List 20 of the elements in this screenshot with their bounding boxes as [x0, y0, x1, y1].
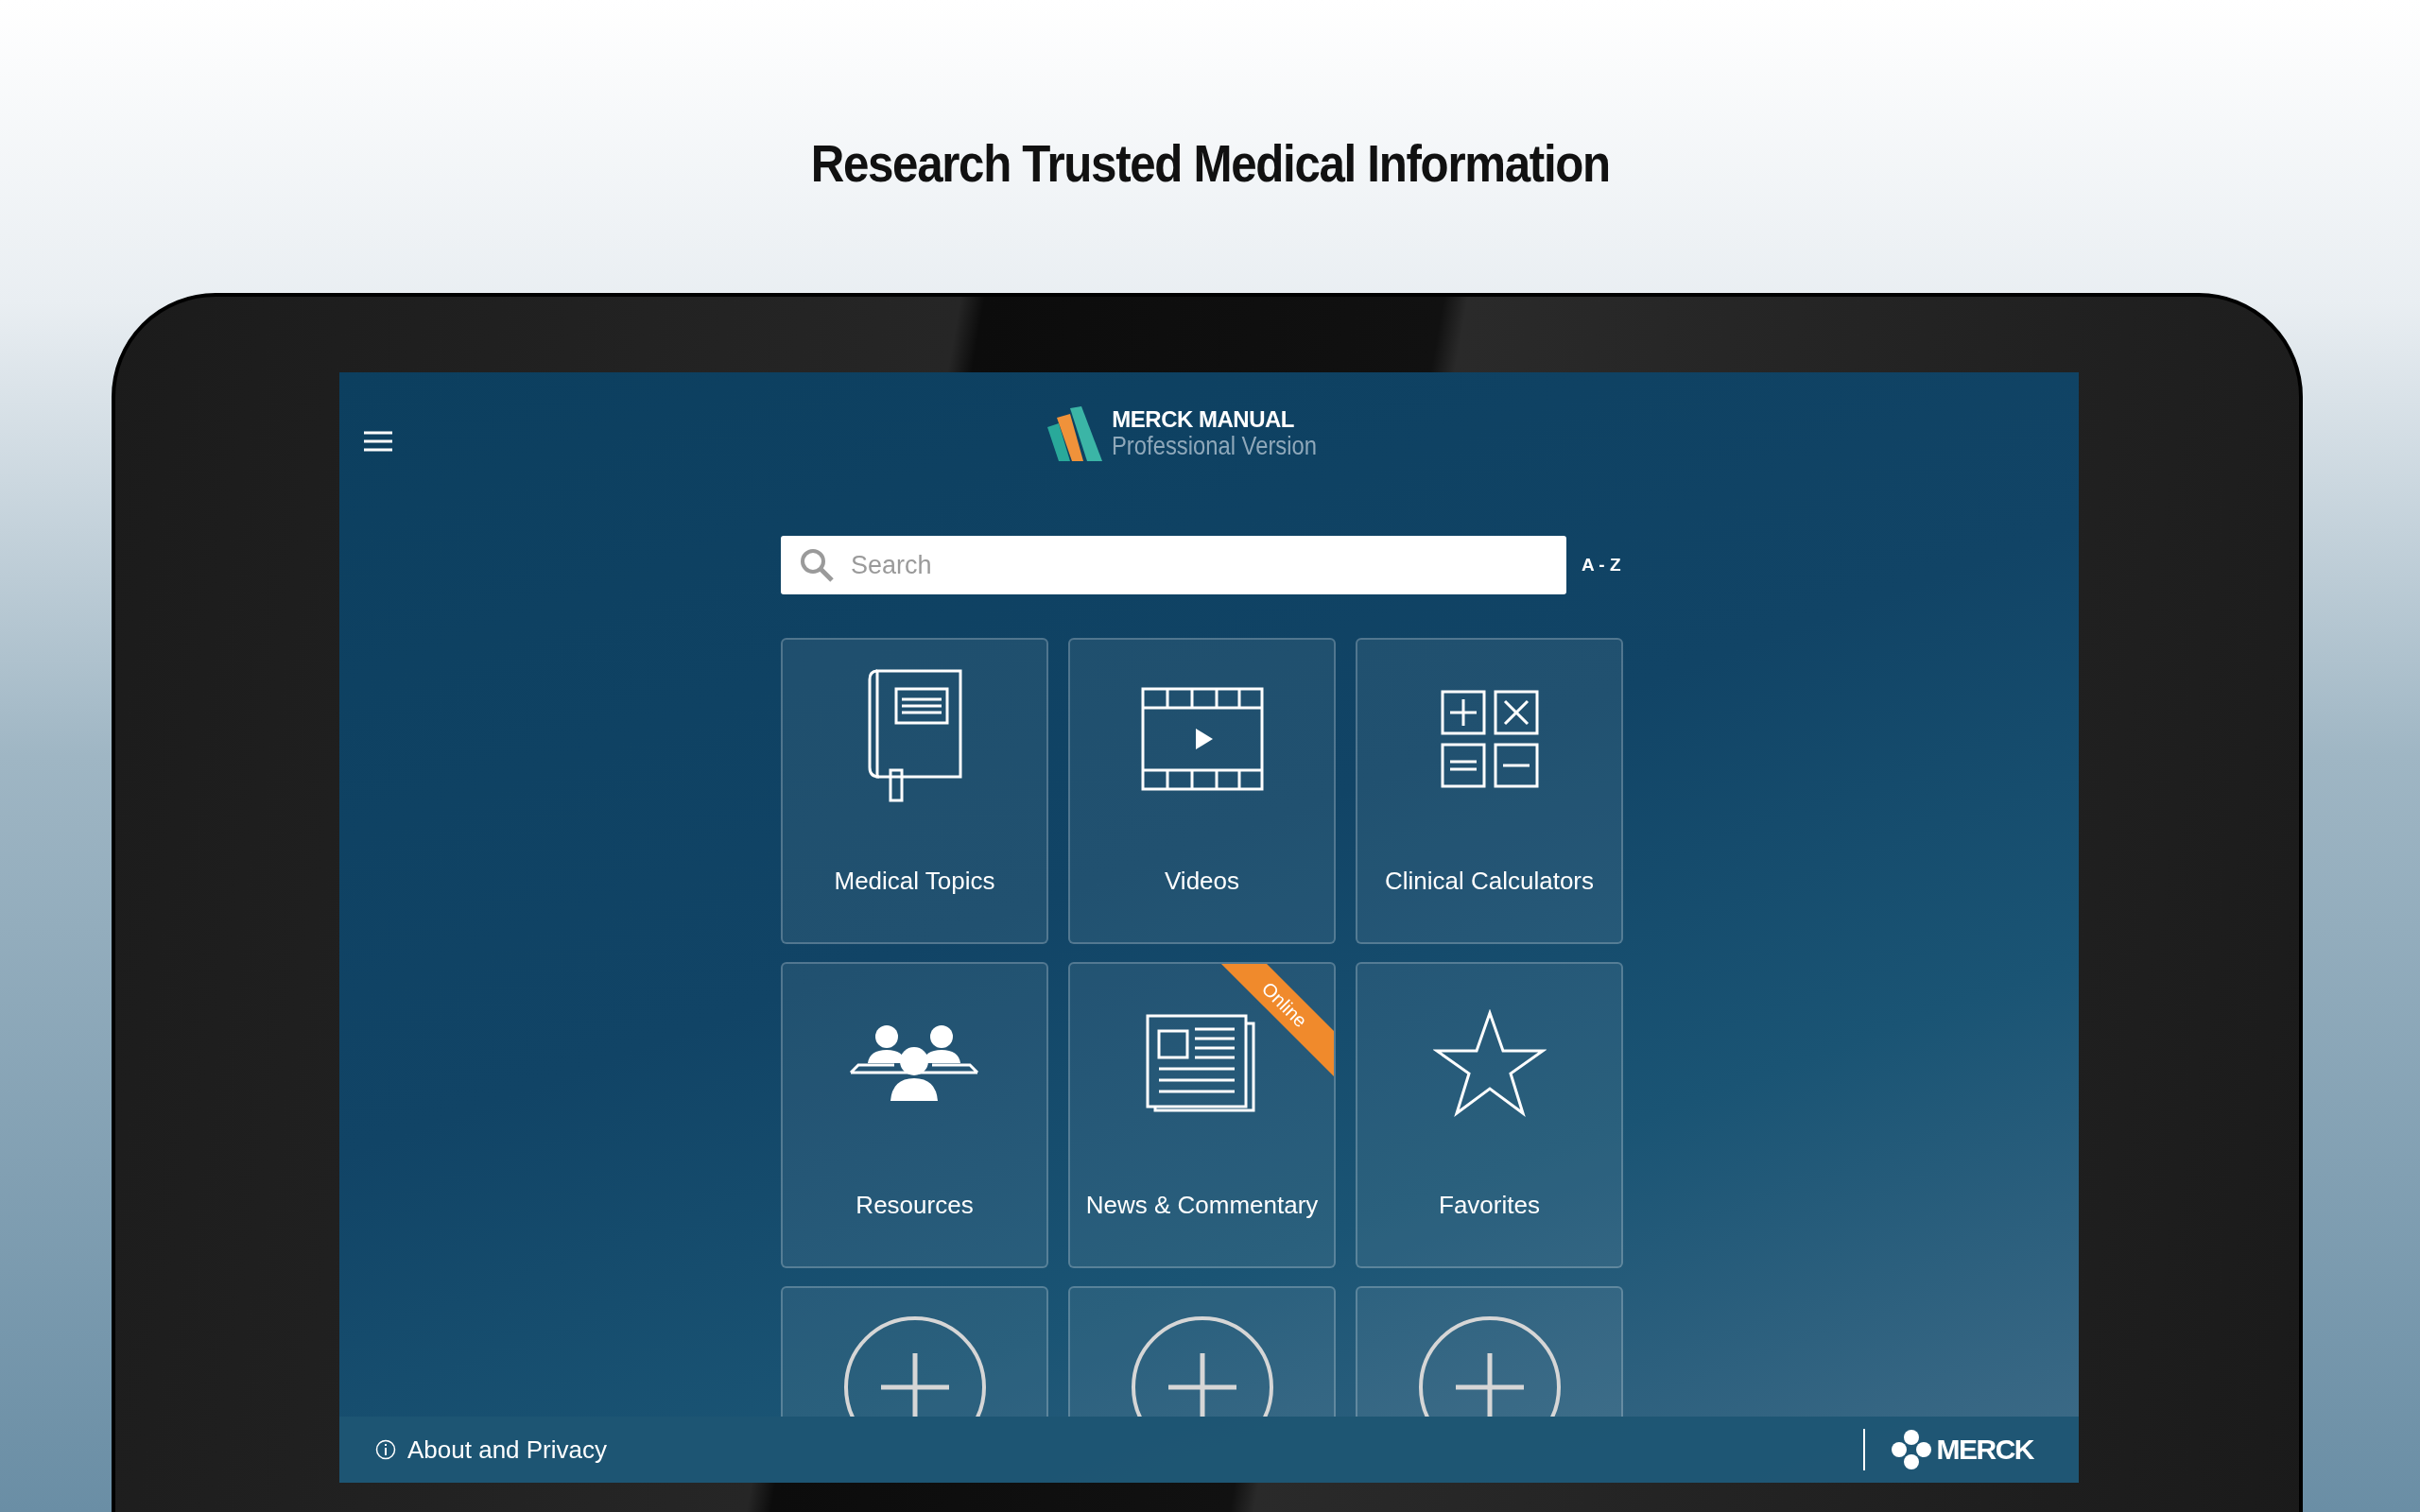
page-headline: Research Trusted Medical Information	[810, 132, 1610, 195]
info-icon	[375, 1439, 396, 1460]
menu-tile[interactable]: Medical Topics	[781, 638, 1048, 944]
menu-tile[interactable]: Favorites	[1356, 962, 1623, 1268]
about-link[interactable]: About and Privacy	[375, 1435, 607, 1465]
calculator-icon	[1440, 690, 1539, 788]
menu-icon[interactable]	[364, 429, 392, 454]
menu-tile[interactable]: Videos	[1068, 638, 1336, 944]
film-play-icon	[1140, 687, 1264, 791]
logo-subtitle: Professional Version	[1112, 432, 1318, 460]
a-z-link[interactable]: A - Z	[1582, 555, 1621, 576]
star-icon	[1432, 1009, 1547, 1117]
search-field[interactable]: Search	[781, 536, 1566, 594]
brand-name: MERCK	[1936, 1434, 2033, 1466]
menu-tile[interactable]: Resources	[781, 962, 1048, 1268]
people-icon	[848, 1023, 981, 1103]
logo-mark-icon	[1046, 404, 1105, 463]
logo-title: MERCK MANUAL	[1112, 407, 1295, 432]
menu-tile[interactable]: Clinical Calculators	[1356, 638, 1623, 944]
brand-mark-icon	[1891, 1430, 1931, 1469]
